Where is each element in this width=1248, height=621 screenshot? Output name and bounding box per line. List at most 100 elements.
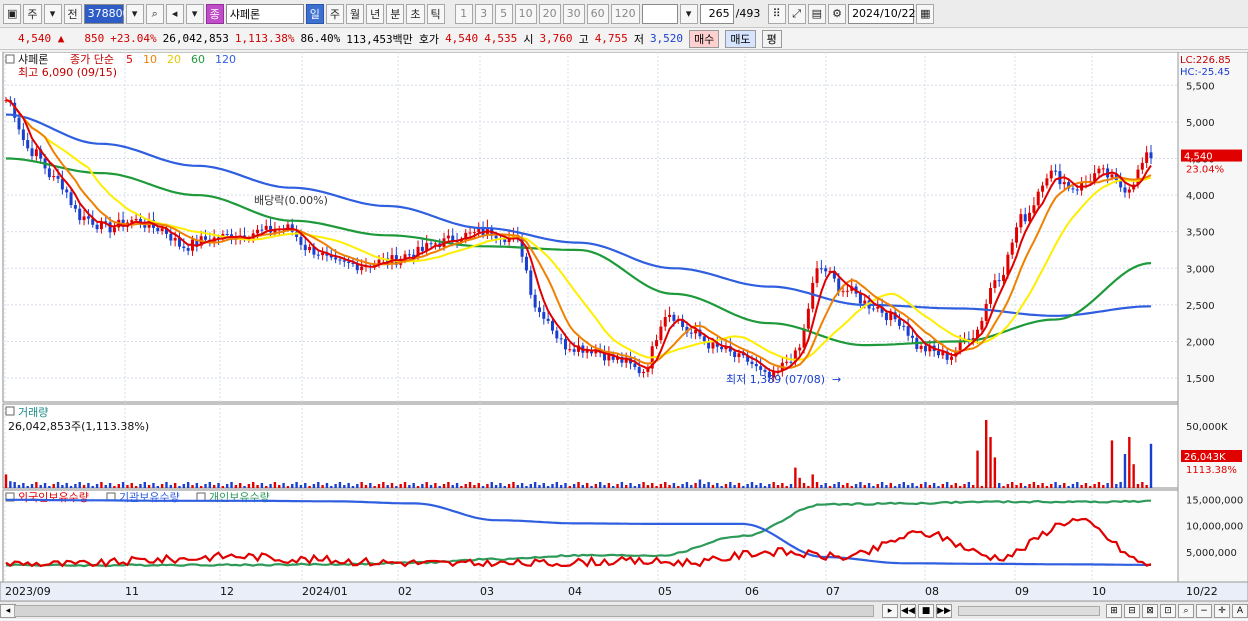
settings-icon[interactable]: ⚙ [828, 3, 847, 24]
candle-body [989, 288, 993, 304]
calendar-icon[interactable]: ▦ [916, 3, 935, 24]
volume-subtitle: 26,042,853주(1,113.38%) [8, 420, 149, 433]
scroll-thumb[interactable] [14, 605, 874, 617]
search-icon[interactable]: ⌕ [145, 3, 164, 24]
chart-background [0, 52, 1248, 601]
last-icon[interactable]: ▶▶ [936, 603, 952, 618]
volume-bar [854, 484, 858, 488]
volume-bar [464, 484, 467, 488]
interval-5[interactable]: 5 [494, 3, 513, 24]
count-input[interactable]: 265 [699, 3, 734, 24]
candle-body [572, 349, 576, 352]
stop-icon[interactable]: ■ [918, 603, 934, 618]
interval-1[interactable]: 1 [454, 3, 473, 24]
minus-icon[interactable]: − [1196, 603, 1212, 618]
candle-body [1041, 185, 1045, 192]
prev-button[interactable]: 전 [63, 3, 82, 24]
candle-body [347, 261, 351, 263]
volume-bar [742, 486, 745, 488]
candle-body [637, 367, 641, 374]
stock-name-field[interactable]: 샤페론 [225, 3, 304, 24]
candle-body [702, 336, 706, 342]
horizontal-scrollbar[interactable]: ◂ [0, 601, 880, 619]
period-month[interactable]: 월 [346, 3, 365, 24]
layout-icon[interactable]: ▣ [3, 3, 22, 24]
crosshair-icon[interactable]: ⤢ [787, 3, 806, 24]
volume-bar [1110, 440, 1114, 488]
candle-body [1023, 214, 1027, 222]
interval-custom-input[interactable] [641, 3, 678, 24]
candle-body [806, 308, 810, 329]
interval-60[interactable]: 60 [586, 3, 609, 24]
scroll-right-icon[interactable]: ▸ [882, 603, 898, 618]
volume-bar [143, 482, 146, 488]
stock-tag: 종 [205, 3, 224, 24]
interval-20[interactable]: 20 [538, 3, 561, 24]
volume-bar [377, 484, 381, 488]
x-axis-label: 2023/09 [5, 585, 51, 598]
sound-icon[interactable]: ◂ [165, 3, 184, 24]
lc-label: LC:226.85 [1180, 55, 1231, 66]
text-tool-icon[interactable]: A [1232, 603, 1248, 618]
volume-bar [781, 483, 784, 488]
volume-bar [820, 485, 823, 488]
period-day[interactable]: 일 [305, 3, 324, 24]
zoom-icon[interactable]: ⌕ [1178, 603, 1194, 618]
interval-120[interactable]: 120 [610, 3, 640, 24]
volume-bar [442, 484, 446, 488]
candle-body [919, 345, 923, 349]
volume-bar [577, 482, 580, 488]
save-icon[interactable]: ▤ [807, 3, 827, 24]
volume-bar [395, 486, 398, 488]
chart-area[interactable]: 거래량 26,042,853주(1,113.38%) 50,000K 26,043K 1… [0, 51, 1248, 620]
volume-bar [768, 484, 771, 488]
tool2-icon[interactable]: ⊟ [1124, 603, 1140, 618]
volume-bar [104, 485, 107, 488]
first-icon[interactable]: ◀◀ [900, 603, 916, 618]
volume-bar [633, 486, 637, 488]
eval-button[interactable]: 평 [761, 29, 782, 48]
volume-bar [638, 484, 641, 488]
sound-dropdown-icon[interactable]: ▾ [185, 3, 204, 24]
volume-bar [317, 482, 320, 488]
candle-body [733, 351, 737, 358]
volume-bar [993, 457, 997, 488]
interval-dropdown-icon[interactable]: ▾ [679, 3, 698, 24]
date-input[interactable]: 2024/10/22 [848, 3, 915, 24]
tool4-icon[interactable]: ⊡ [1160, 603, 1176, 618]
period-year[interactable]: 년 [366, 3, 385, 24]
grid-icon[interactable]: ⠿ [767, 3, 786, 24]
chart-svg[interactable]: 거래량26,042,853주(1,113.38%) 50,000K 26,043K 1… [0, 51, 1248, 602]
interval-10[interactable]: 10 [514, 3, 537, 24]
market-button[interactable]: 주 [23, 3, 42, 24]
candle-body [134, 218, 138, 221]
buy-button[interactable]: 매수 [689, 29, 720, 48]
period-tick[interactable]: 틱 [426, 3, 445, 24]
sell-button[interactable]: 매도 [725, 29, 756, 48]
legend-ma-10: 10 [143, 53, 157, 66]
volume-bar [195, 483, 199, 488]
candle-body [186, 248, 190, 251]
candle-body [73, 205, 77, 209]
volume-bar [950, 485, 953, 488]
volume-bar [247, 484, 251, 488]
change-percent: +23.04% [110, 32, 157, 45]
period-second[interactable]: 초 [406, 3, 425, 24]
volume-bar [833, 484, 836, 488]
interval-3[interactable]: 3 [474, 3, 493, 24]
zoom-slider[interactable] [958, 605, 1100, 616]
move-icon[interactable]: ✛ [1214, 603, 1230, 618]
volume-bar [343, 485, 346, 488]
market-dropdown-icon[interactable]: ▾ [43, 3, 62, 24]
code-dropdown-icon[interactable]: ▾ [125, 3, 144, 24]
volume-bar [724, 484, 728, 488]
tool1-icon[interactable]: ⊞ [1106, 603, 1122, 618]
stock-code-input[interactable]: 378800 [83, 3, 130, 24]
period-minute[interactable]: 분 [386, 3, 405, 24]
tool3-icon[interactable]: ⊠ [1142, 603, 1158, 618]
candle-body [21, 129, 25, 141]
interval-30[interactable]: 30 [562, 3, 585, 24]
volume-bar [785, 486, 788, 488]
volume-bar [299, 485, 303, 488]
period-week[interactable]: 주 [325, 3, 345, 24]
